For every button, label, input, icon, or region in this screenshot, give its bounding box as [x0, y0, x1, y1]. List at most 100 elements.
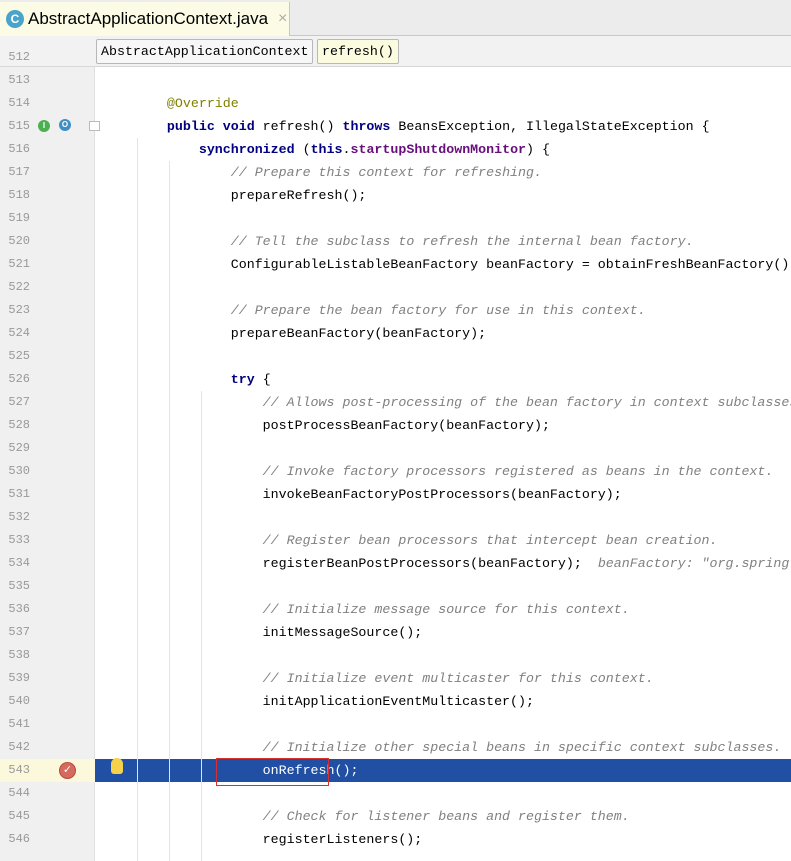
lightbulb-icon[interactable] — [111, 758, 123, 774]
code-line[interactable]: // Register bean processors that interce… — [95, 529, 791, 552]
line-number: 524 — [8, 326, 30, 340]
line-number: 525 — [8, 349, 30, 363]
indent-guide — [201, 391, 202, 861]
code-line[interactable]: initApplicationEventMulticaster(); — [95, 690, 791, 713]
code-token: registerBeanPostProcessors(beanFactory); — [135, 556, 598, 571]
code-line[interactable] — [95, 69, 791, 92]
code-token: // Prepare this context for refreshing. — [230, 165, 542, 180]
code-line[interactable]: prepareRefresh(); — [95, 184, 791, 207]
code-line[interactable]: public void refresh() throws BeansExcept… — [95, 115, 791, 138]
code-token: startupShutdownMonitor — [350, 142, 527, 157]
code-line[interactable]: // Prepare this context for refreshing. — [95, 161, 791, 184]
line-number: 541 — [8, 717, 30, 731]
code-line[interactable]: postProcessBeanFactory(beanFactory); — [95, 414, 791, 437]
code-line[interactable]: // Allows post-processing of the bean fa… — [95, 391, 791, 414]
breadcrumb-method[interactable]: refresh() — [317, 39, 399, 64]
code-line[interactable]: // Initialize event multicaster for this… — [95, 667, 791, 690]
code-line[interactable] — [95, 782, 791, 805]
code-token: ) { — [526, 142, 550, 157]
overridden-icon[interactable]: O — [59, 119, 71, 131]
code-line[interactable] — [95, 575, 791, 598]
line-number: 536 — [8, 602, 30, 616]
code-token: refresh() — [254, 119, 343, 134]
line-number: 535 — [8, 579, 30, 593]
breadcrumb-class[interactable]: AbstractApplicationContext — [96, 39, 314, 64]
gutter[interactable]: 512 513 514 515 I O 516 517 518 519 520 521 522 523 52… — [0, 50, 100, 861]
line-number: 512 — [8, 50, 30, 64]
code-token: beanFactory: "org.springframework — [597, 556, 791, 571]
code-token: registerListeners(); — [135, 832, 423, 847]
tab-title: AbstractApplicationContext.java — [28, 9, 269, 28]
code-token: // Initialize event multicaster for this… — [262, 671, 654, 686]
code-line[interactable]: try { — [95, 368, 791, 391]
code-line[interactable]: registerBeanPostProcessors(beanFactory);… — [95, 552, 791, 575]
line-number: 527 — [8, 395, 30, 409]
code-token: try — [230, 372, 255, 387]
code-line[interactable]: ConfigurableListableBeanFactory beanFact… — [95, 253, 791, 276]
code-token: { — [254, 372, 271, 387]
code-line[interactable]: registerListeners(); — [95, 828, 791, 851]
code-line[interactable]: // Check for listener beans and register… — [95, 805, 791, 828]
code-token: @Override — [166, 96, 239, 111]
code-token: initMessageSource(); — [135, 625, 423, 640]
code-token: // Initialize other special beans in spe… — [262, 740, 782, 755]
code-line[interactable] — [95, 713, 791, 736]
code-line[interactable] — [95, 276, 791, 299]
line-number: 526 — [8, 372, 30, 386]
code-line[interactable]: @Override — [95, 92, 791, 115]
code-line[interactable] — [95, 506, 791, 529]
code-token: // Prepare the bean factory for use in t… — [230, 303, 646, 318]
code-line[interactable]: prepareBeanFactory(beanFactory); — [95, 322, 791, 345]
close-icon[interactable]: × — [278, 10, 287, 28]
indent-guide — [137, 138, 138, 861]
line-number: 529 — [8, 441, 30, 455]
code-line[interactable]: // Tell the subclass to refresh the inte… — [95, 230, 791, 253]
code-token: // Invoke factory processors registered … — [262, 464, 774, 479]
class-icon: C — [6, 10, 24, 28]
line-number: 517 — [8, 165, 30, 179]
line-number: 532 — [8, 510, 30, 524]
line-number: 531 — [8, 487, 30, 501]
editor-tab-bar: C AbstractApplicationContext.java × — [0, 0, 791, 36]
code-token: postProcessBeanFactory(beanFactory); — [135, 418, 550, 433]
code-line[interactable]: invokeBeanFactoryPostProcessors(beanFact… — [95, 483, 791, 506]
code-line[interactable]: // Initialize other special beans in spe… — [95, 736, 791, 759]
indent-guide — [169, 161, 170, 861]
code-token: // Tell the subclass to refresh the inte… — [230, 234, 694, 249]
implements-icon[interactable]: I — [38, 120, 50, 132]
line-number: 543 — [8, 763, 30, 777]
line-number: 544 — [8, 786, 30, 800]
code-line[interactable] — [95, 207, 791, 230]
code-line[interactable] — [95, 345, 791, 368]
line-number: 537 — [8, 625, 30, 639]
highlight-box — [216, 758, 329, 786]
code-line[interactable] — [95, 437, 791, 460]
code-token: synchronized — [198, 142, 295, 157]
file-tab[interactable]: C AbstractApplicationContext.java × — [0, 2, 290, 36]
code-token: // Register bean processors that interce… — [262, 533, 718, 548]
code-line[interactable]: synchronized (this.startupShutdownMonito… — [95, 138, 791, 161]
code-line[interactable]: // Initialize message source for this co… — [95, 598, 791, 621]
code-token: invokeBeanFactoryPostProcessors(beanFact… — [135, 487, 622, 502]
code-line[interactable] — [95, 644, 791, 667]
line-number: 523 — [8, 303, 30, 317]
line-number: 514 — [8, 96, 30, 110]
code-line[interactable]: initMessageSource(); — [95, 621, 791, 644]
code-editor[interactable]: public Collection<ApplicationListener<?>… — [95, 67, 791, 861]
code-line[interactable]: // Prepare the bean factory for use in t… — [95, 299, 791, 322]
breakpoint-icon[interactable]: ✓ — [59, 762, 76, 779]
line-number: 534 — [8, 556, 30, 570]
selected-code-line[interactable]: onRefresh(); — [95, 759, 791, 782]
line-number: 539 — [8, 671, 30, 685]
code-token: ( — [294, 142, 311, 157]
code-token: public void — [166, 119, 255, 134]
code-line[interactable]: // Invoke factory processors registered … — [95, 460, 791, 483]
